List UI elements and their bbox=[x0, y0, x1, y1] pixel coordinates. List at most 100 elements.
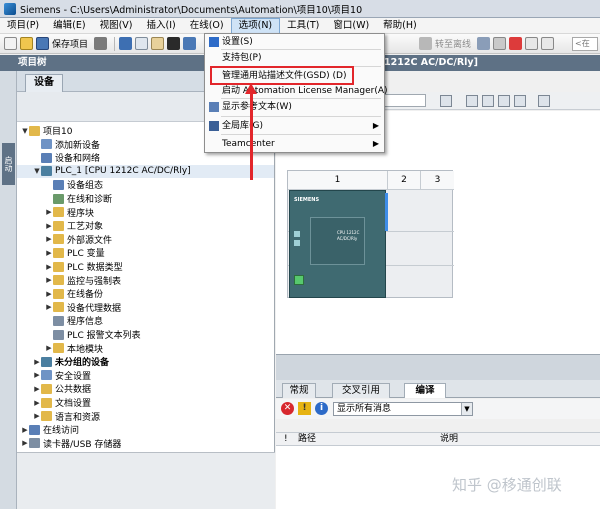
collapsed-arrow-icon[interactable]: ▶ bbox=[45, 276, 53, 284]
collapsed-arrow-icon[interactable]: ▶ bbox=[45, 303, 53, 311]
tree-item[interactable]: 程序信息 bbox=[17, 314, 274, 327]
menu-tools[interactable]: 工具(T) bbox=[280, 18, 326, 34]
menu-insert[interactable]: 插入(I) bbox=[140, 18, 183, 34]
profinet-port-icon[interactable] bbox=[294, 275, 304, 285]
undo-icon[interactable] bbox=[183, 37, 197, 50]
collapsed-arrow-icon[interactable]: ▶ bbox=[45, 344, 53, 352]
message-filter-select[interactable]: 显示所有消息 ▼ bbox=[333, 402, 473, 416]
tree-item[interactable]: ▶ 监控与强制表 bbox=[17, 274, 274, 287]
tree-item[interactable]: ▶ 工艺对象 bbox=[17, 219, 274, 232]
collapsed-arrow-icon[interactable]: ▶ bbox=[33, 358, 41, 366]
tree-item[interactable]: PLC 报警文本列表 bbox=[17, 328, 274, 341]
device-select-dropdown[interactable] bbox=[384, 94, 426, 107]
options-menu-item[interactable]: 启动 Automation License Manager(A) bbox=[206, 84, 388, 98]
tree-item[interactable]: ▶ 文档设置 bbox=[17, 396, 274, 409]
info-filter-icon[interactable]: i bbox=[315, 402, 328, 415]
grid-view-icon[interactable] bbox=[514, 95, 526, 107]
options-menu-item[interactable]: 设置(S) bbox=[206, 35, 383, 49]
topology-view-icon[interactable] bbox=[482, 95, 494, 107]
collapsed-arrow-icon[interactable]: ▶ bbox=[45, 263, 53, 271]
tab-cross-reference[interactable]: 交叉引用 bbox=[332, 383, 390, 398]
paste-icon[interactable] bbox=[151, 37, 165, 50]
options-menu-item[interactable]: Teamcenter ▶ bbox=[206, 137, 383, 151]
tree-item[interactable]: ▶ 在线备份 bbox=[17, 287, 274, 300]
new-project-icon[interactable] bbox=[4, 37, 17, 50]
options-menu-item[interactable]: 支持包(P) bbox=[206, 51, 383, 65]
tree-item[interactable]: ▼ PLC_1 [CPU 1212C AC/DC/Rly] bbox=[17, 164, 274, 178]
tree-item[interactable]: ▶ 公共数据 bbox=[17, 382, 274, 395]
collapsed-arrow-icon[interactable]: ▶ bbox=[33, 371, 41, 379]
accessible-devices-icon[interactable] bbox=[477, 37, 491, 50]
collapsed-arrow-icon[interactable]: ▶ bbox=[45, 290, 53, 298]
options-menu-item[interactable]: 全局库(G) ▶ bbox=[206, 119, 383, 133]
options-menu-item[interactable]: 显示参考文本(W) bbox=[206, 100, 383, 114]
collapsed-arrow-icon[interactable]: ▶ bbox=[45, 249, 53, 257]
tree-item[interactable]: 设备和网络 bbox=[17, 151, 274, 164]
menu-online[interactable]: 在线(O) bbox=[183, 18, 231, 34]
tree-item[interactable]: ▶ 安全设置 bbox=[17, 369, 274, 382]
zoom-in-icon[interactable] bbox=[538, 95, 550, 107]
tree-item[interactable]: ▶ 外部源文件 bbox=[17, 233, 274, 246]
tab-general[interactable]: 常规 bbox=[282, 383, 316, 398]
collapsed-arrow-icon[interactable]: ▶ bbox=[33, 399, 41, 407]
save-project-button[interactable]: 保存项目 bbox=[52, 37, 88, 50]
collapsed-arrow-icon[interactable]: ▶ bbox=[33, 412, 41, 420]
tree-item[interactable]: ▶ 设备代理数据 bbox=[17, 301, 274, 314]
go-offline-icon[interactable] bbox=[419, 37, 433, 50]
plc-cpu-module[interactable]: SIEMENS CPU 1212C AC/DC/Rly bbox=[289, 190, 388, 298]
copy-icon[interactable] bbox=[135, 37, 149, 50]
tree-item[interactable]: 在线和诊断 bbox=[17, 192, 274, 205]
collapsed-arrow-icon[interactable]: ▶ bbox=[21, 439, 29, 447]
menu-help[interactable]: 帮助(H) bbox=[376, 18, 424, 34]
tree-item[interactable]: ▶ PLC 数据类型 bbox=[17, 260, 274, 273]
error-filter-icon[interactable]: ✕ bbox=[281, 402, 294, 415]
split-editor-horizontal-icon[interactable] bbox=[541, 37, 555, 50]
go-offline-button[interactable]: 转至离线 bbox=[435, 37, 471, 50]
device-view-icon[interactable] bbox=[440, 95, 452, 107]
warning-filter-icon[interactable]: ! bbox=[298, 402, 311, 415]
tab-compile[interactable]: 编译 bbox=[404, 383, 446, 398]
collapsed-arrow-icon[interactable]: ▶ bbox=[45, 208, 53, 216]
portal-view-tab[interactable]: 启动 bbox=[2, 143, 15, 185]
column-description[interactable]: 说明 bbox=[440, 433, 458, 446]
tab-devices[interactable]: 设备 bbox=[25, 74, 63, 92]
expanded-arrow-icon[interactable]: ▼ bbox=[33, 167, 41, 175]
collapsed-arrow-icon[interactable]: ▶ bbox=[33, 385, 41, 393]
tree-item-label: PLC 报警文本列表 bbox=[67, 331, 141, 341]
cut-icon[interactable] bbox=[119, 37, 133, 50]
left-side-strip: 启动 bbox=[0, 71, 17, 509]
menu-options[interactable]: 选项(N) bbox=[230, 17, 281, 34]
collapsed-arrow-icon[interactable]: ▶ bbox=[45, 222, 53, 230]
cross-reference-icon[interactable] bbox=[493, 37, 507, 50]
collapsed-arrow-icon[interactable]: ▶ bbox=[45, 235, 53, 243]
tree-item[interactable]: 设备组态 bbox=[17, 178, 274, 191]
tree-item[interactable]: ▶ 程序块 bbox=[17, 206, 274, 219]
open-project-icon[interactable] bbox=[20, 37, 33, 50]
network-view-icon[interactable] bbox=[466, 95, 478, 107]
menu-project[interactable]: 项目(P) bbox=[0, 18, 46, 34]
menu-view[interactable]: 视图(V) bbox=[93, 18, 140, 34]
stop-cpu-icon[interactable] bbox=[509, 37, 523, 50]
tree-item[interactable]: ▶ 在线访问 bbox=[17, 423, 274, 436]
project-tree: ▼ 项目10 添加新设备 设备和网络 ▼ PLC_1 [CPU 1212C AC/DC/R… bbox=[17, 122, 275, 452]
tree-item[interactable]: ▶ 本地模块 bbox=[17, 342, 274, 355]
split-editor-icon[interactable] bbox=[525, 37, 539, 50]
menu-edit[interactable]: 编辑(E) bbox=[46, 18, 92, 34]
tree-item-icon bbox=[53, 234, 64, 245]
table-view-icon[interactable] bbox=[498, 95, 510, 107]
tree-item[interactable]: ▶ PLC 变量 bbox=[17, 246, 274, 259]
column-path[interactable]: 路径 bbox=[298, 433, 316, 446]
tree-item[interactable]: ▶ 未分组的设备 bbox=[17, 355, 274, 368]
tree-item[interactable]: ▶ 读卡器/USB 存储器 bbox=[17, 437, 274, 450]
options-menu-item-label: 显示参考文本(W) bbox=[222, 102, 292, 112]
delete-icon[interactable] bbox=[167, 37, 181, 50]
inspector-splitter[interactable] bbox=[276, 354, 600, 380]
print-icon[interactable] bbox=[94, 37, 108, 50]
tree-item[interactable]: ▶ 语言和资源 bbox=[17, 410, 274, 423]
menu-window[interactable]: 窗口(W) bbox=[326, 18, 376, 34]
collapsed-arrow-icon[interactable]: ▶ bbox=[21, 426, 29, 434]
chevron-down-icon: ▼ bbox=[461, 403, 472, 415]
save-icon[interactable] bbox=[36, 37, 49, 50]
project-search-input[interactable]: <在 bbox=[572, 37, 598, 51]
expanded-arrow-icon[interactable]: ▼ bbox=[21, 127, 29, 135]
